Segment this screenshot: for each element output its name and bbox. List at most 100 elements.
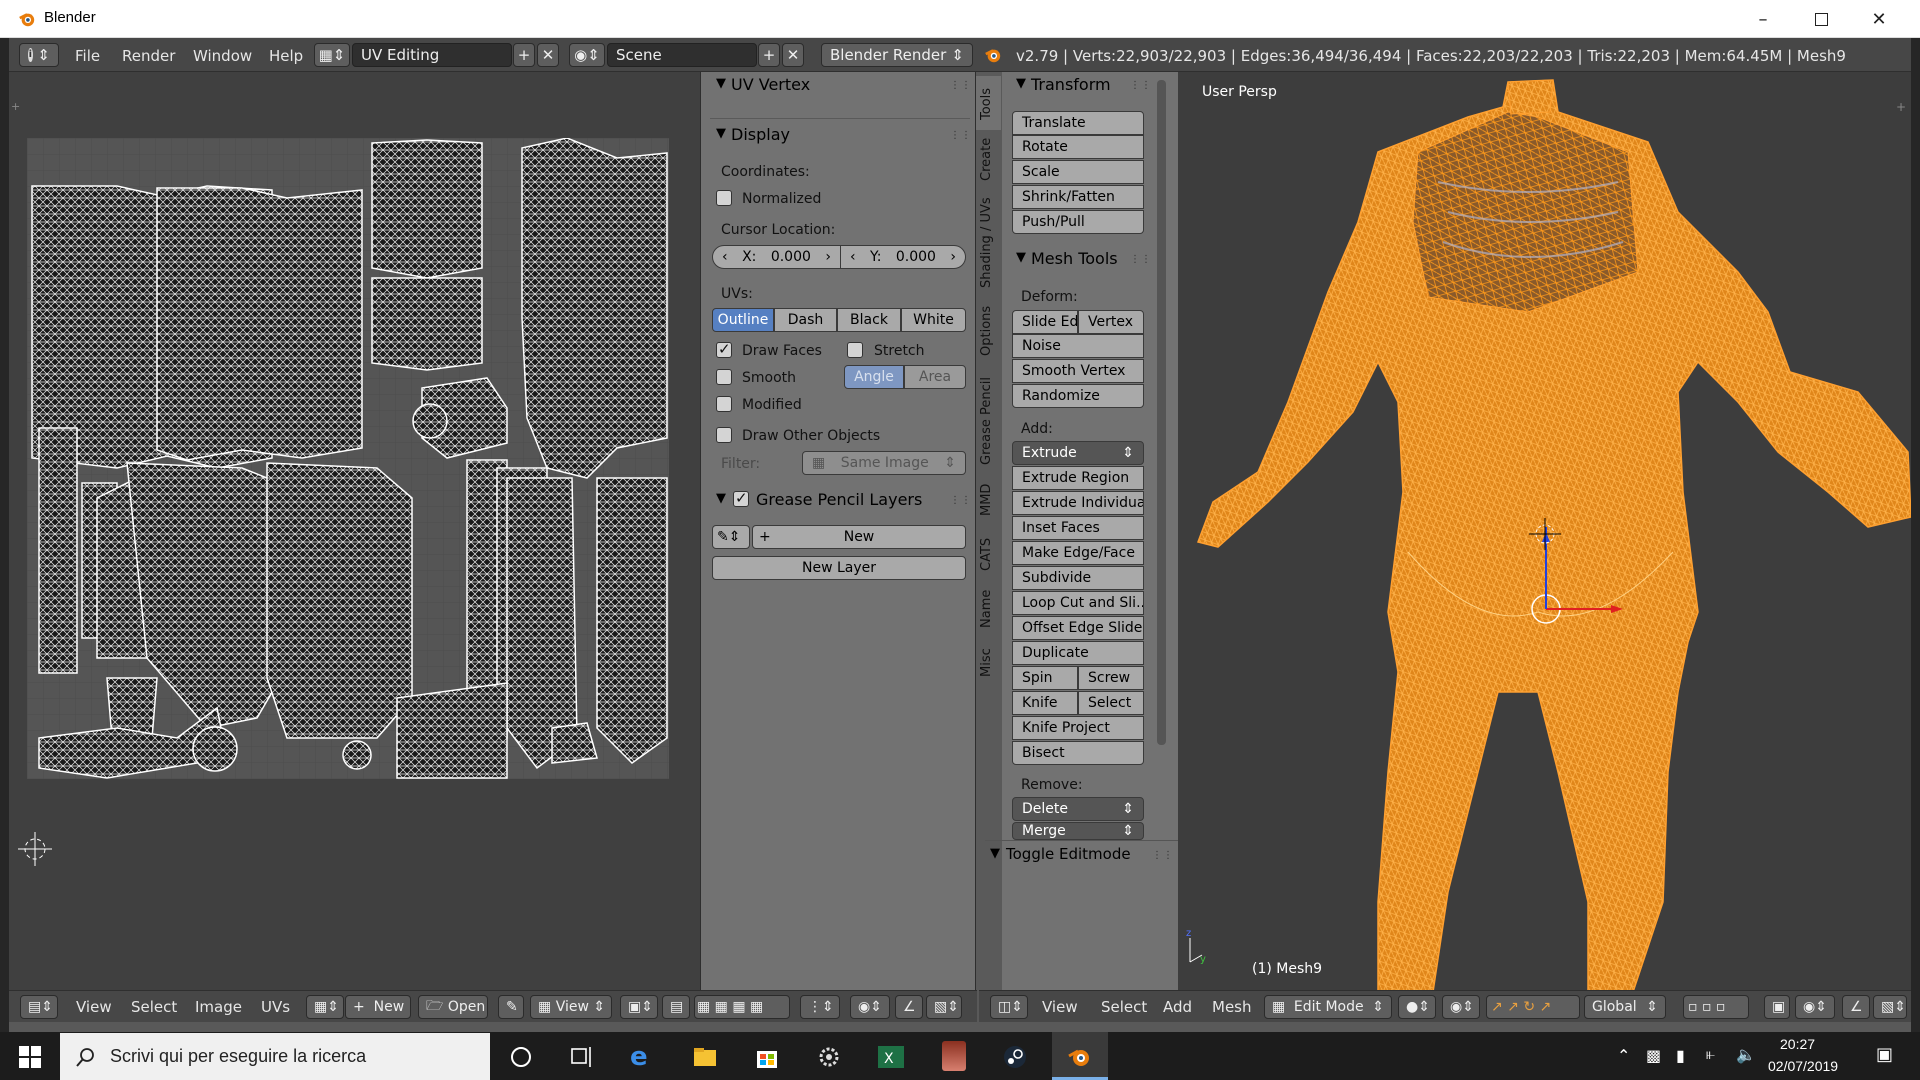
notifications-icon[interactable]: ▣ xyxy=(1876,1044,1893,1065)
task-view-icon[interactable] xyxy=(568,1044,594,1070)
toggle-editmode-title[interactable]: Toggle Editmode xyxy=(1006,845,1131,863)
remove-scene-icon[interactable]: ✕ xyxy=(782,43,804,67)
draw-other-objects-checkbox[interactable] xyxy=(716,427,732,443)
view3d-menu-view[interactable]: View xyxy=(1042,998,1078,1016)
make-edge-face-button[interactable]: Make Edge/Face xyxy=(1012,541,1144,565)
snap-toggle-icon[interactable]: ∠ xyxy=(1842,995,1870,1019)
toggle-editmode-collapse-icon[interactable]: ▼ xyxy=(990,846,1000,861)
3d-viewport[interactable]: User Persp z y (1) Mesh9 xyxy=(1178,72,1911,990)
screw-button[interactable]: Screw xyxy=(1078,666,1144,690)
duplicate-button[interactable]: Duplicate xyxy=(1012,641,1144,665)
uv-menu-view[interactable]: View xyxy=(76,998,112,1016)
volume-icon[interactable]: 🔈 xyxy=(1736,1045,1756,1064)
menu-file[interactable]: File xyxy=(75,47,100,65)
steam-icon[interactable] xyxy=(1002,1044,1028,1070)
proportional-editing-icon[interactable]: ◉⇕ xyxy=(1795,995,1835,1019)
decrement-arrow-icon[interactable]: ‹ xyxy=(722,249,728,265)
tab-shading-uvs[interactable]: Shading / UVs xyxy=(979,196,999,290)
stretch-label[interactable]: Stretch xyxy=(874,343,925,359)
file-explorer-icon[interactable] xyxy=(692,1044,718,1070)
display-collapse-icon[interactable]: ▼ xyxy=(716,126,726,141)
occlude-geometry-icon[interactable]: ▣ xyxy=(1764,995,1790,1019)
uv-black-button[interactable]: Black xyxy=(837,308,901,332)
panel-drag-handle-icon[interactable]: ⋮⋮ xyxy=(1130,80,1152,91)
tab-name[interactable]: Name xyxy=(979,586,999,632)
battery-icon[interactable]: ▮ xyxy=(1676,1046,1685,1065)
panel-drag-handle-icon[interactable]: ⋮⋮ xyxy=(1130,254,1152,265)
viewport-shading-icon[interactable]: ●⇕ xyxy=(1398,995,1436,1019)
manipulator-buttons[interactable]: ↗ ↗ ↻ ↗ xyxy=(1486,995,1580,1019)
scale-button[interactable]: Scale xyxy=(1012,160,1144,184)
remove-screen-icon[interactable]: ✕ xyxy=(537,43,559,67)
sticky-select-icon[interactable]: ⋮⇕ xyxy=(800,995,840,1019)
inset-faces-button[interactable]: Inset Faces xyxy=(1012,516,1144,540)
edge-browser-icon[interactable]: e xyxy=(630,1044,656,1070)
bisect-button[interactable]: Bisect xyxy=(1012,741,1144,765)
uv-menu-image[interactable]: Image xyxy=(195,998,242,1016)
subdivide-button[interactable]: Subdivide xyxy=(1012,566,1144,590)
draw-faces-checkbox[interactable] xyxy=(716,340,732,358)
mesh-tools-collapse-icon[interactable]: ▼ xyxy=(1016,250,1026,265)
menu-render[interactable]: Render xyxy=(122,47,175,65)
tab-cats[interactable]: CATS xyxy=(979,532,999,576)
knife-button[interactable]: Knife xyxy=(1012,691,1078,715)
mode-view-dropdown[interactable]: ▦ View ⇕ xyxy=(530,995,612,1019)
modified-label[interactable]: Modified xyxy=(742,397,802,413)
snap-icon[interactable]: ∠ xyxy=(895,995,923,1019)
render-engine-dropdown[interactable]: Blender Render ⇕ xyxy=(821,43,973,67)
tab-options[interactable]: Options xyxy=(979,303,999,359)
tab-tools[interactable]: Tools xyxy=(979,80,999,128)
extrude-dropdown[interactable]: Extrude ⇕ xyxy=(1012,441,1144,465)
merge-dropdown[interactable]: Merge ⇕ xyxy=(1012,822,1144,840)
area-corner-plus-icon[interactable]: + xyxy=(1896,100,1906,114)
image-open-button[interactable]: 🗁 Open xyxy=(418,995,488,1019)
uv-outline-button[interactable]: Outline xyxy=(712,308,774,332)
close-icon[interactable]: ✕ xyxy=(1850,0,1908,38)
grease-pencil-title[interactable]: Grease Pencil Layers xyxy=(756,490,922,509)
editor-type-uv-button[interactable]: ▤⇕ xyxy=(20,995,58,1019)
increment-arrow-icon[interactable]: › xyxy=(825,249,831,265)
tab-grease-pencil[interactable]: Grease Pencil xyxy=(979,372,999,470)
add-scene-icon[interactable]: + xyxy=(758,43,780,67)
uv-select-mode-buttons[interactable]: ▦ ▦ ▦ ▦ xyxy=(694,995,790,1019)
scene-icon[interactable]: ◉⇕ xyxy=(569,43,605,67)
knife-project-button[interactable]: Knife Project xyxy=(1012,716,1144,740)
maximize-icon[interactable] xyxy=(1792,0,1850,38)
snap-target-icon[interactable]: ▧⇕ xyxy=(1873,995,1907,1019)
uv-white-button[interactable]: White xyxy=(901,308,966,332)
mesh9-wireframe-figure[interactable]: z y xyxy=(1178,72,1911,990)
slide-edge-button[interactable]: Slide Ed xyxy=(1012,310,1078,334)
smooth-checkbox[interactable] xyxy=(716,369,732,385)
scene-field[interactable]: Scene xyxy=(607,43,757,67)
view3d-menu-select[interactable]: Select xyxy=(1101,998,1147,1016)
minimize-icon[interactable]: – xyxy=(1734,0,1792,38)
tab-mmd[interactable]: MMD xyxy=(979,480,999,520)
uv-vertex-collapse-icon[interactable]: ▼ xyxy=(716,76,726,91)
spin-button[interactable]: Spin xyxy=(1012,666,1078,690)
image-browse-icon[interactable]: ▦⇕ xyxy=(306,995,344,1019)
uv-vertex-title[interactable]: UV Vertex xyxy=(731,75,810,94)
uv-dash-button[interactable]: Dash xyxy=(774,308,837,332)
excel-icon[interactable]: X xyxy=(878,1044,904,1070)
stretch-area-button[interactable]: Area xyxy=(904,365,966,389)
uv-layout-canvas[interactable] xyxy=(27,137,669,779)
menu-help[interactable]: Help xyxy=(269,47,303,65)
tab-misc[interactable]: Misc xyxy=(979,644,999,682)
pivot-icon[interactable]: ▣⇕ xyxy=(620,995,658,1019)
snap-element-icon[interactable]: ▧⇕ xyxy=(926,995,962,1019)
blender-taskbar-icon[interactable] xyxy=(1066,1044,1092,1070)
interaction-mode-dropdown[interactable]: ▦ Edit Mode ⇕ xyxy=(1264,995,1392,1019)
filter-dropdown[interactable]: ▦ Same Image ⇕ xyxy=(802,451,966,475)
increment-arrow-icon[interactable]: › xyxy=(950,249,956,265)
network-icon[interactable]: ⫦ xyxy=(1706,1044,1715,1064)
store-icon[interactable] xyxy=(754,1044,780,1070)
select-mode-buttons[interactable]: ▫ ▫ ▫ xyxy=(1683,995,1749,1019)
image-new-button[interactable]: + New xyxy=(345,995,411,1019)
app-portrait-icon[interactable] xyxy=(942,1041,966,1071)
noise-button[interactable]: Noise xyxy=(1012,334,1144,358)
translate-button[interactable]: Translate xyxy=(1012,111,1144,135)
tray-chevron-icon[interactable]: ⌃ xyxy=(1617,1046,1630,1065)
toolshelf-scrollbar[interactable] xyxy=(1157,80,1166,745)
grease-pencil-enable-checkbox[interactable] xyxy=(733,489,749,507)
knife-select-button[interactable]: Select xyxy=(1078,691,1144,715)
